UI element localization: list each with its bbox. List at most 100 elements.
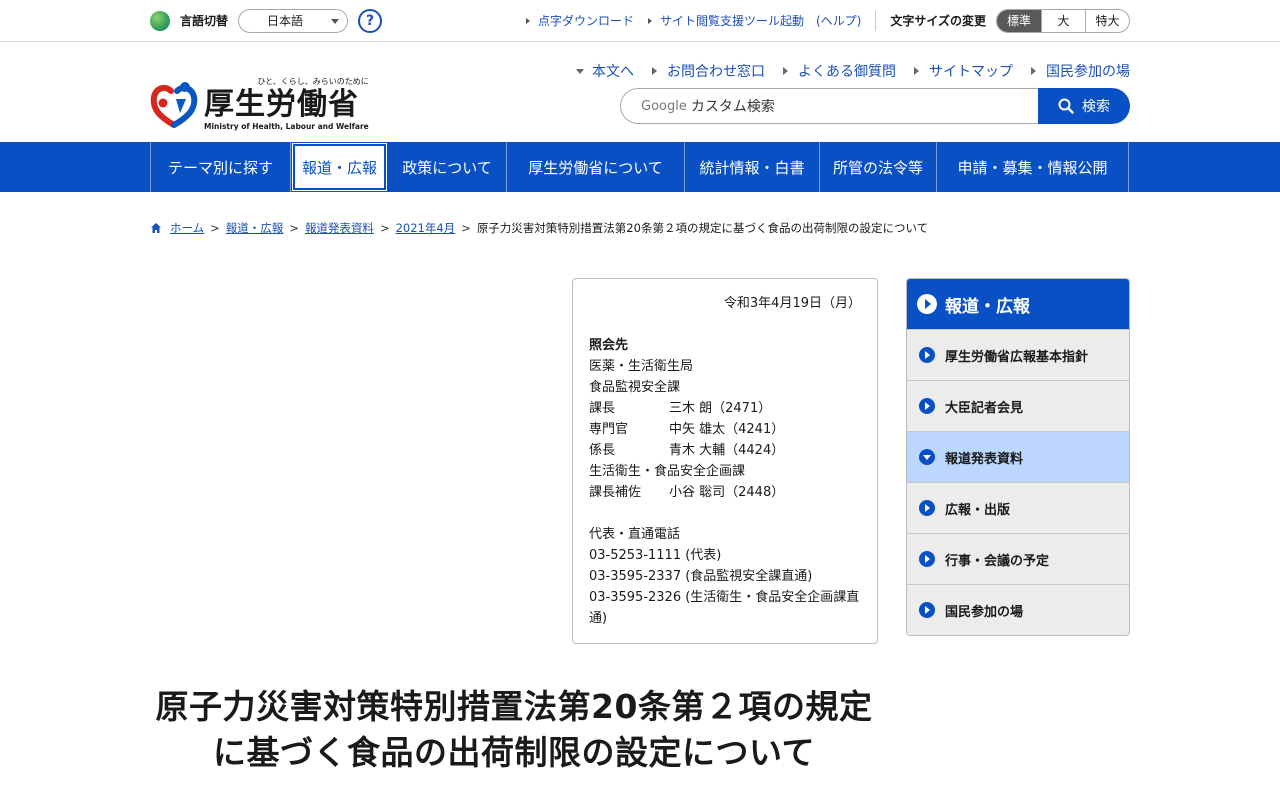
- gnav-item-applications[interactable]: 申請・募集・情報公開: [937, 142, 1129, 192]
- contact-box: 令和3年4月19日（月） 照会先 医薬・生活衛生局 食品監視安全課 課長 三木 …: [572, 278, 878, 644]
- chevron-down-icon: [331, 18, 340, 24]
- breadcrumb-home[interactable]: ホーム: [170, 220, 204, 236]
- arrow-right-icon: [652, 67, 657, 75]
- utility-links: 点字ダウンロード サイト閲覧支援ツール起動 (ヘルプ) 文字サイズの変更 標準 …: [512, 8, 1130, 33]
- braille-download-link[interactable]: 点字ダウンロード: [525, 12, 634, 29]
- arrow-circle-icon: [919, 551, 935, 567]
- side-nav-item-label: 広報・出版: [945, 502, 1011, 518]
- breadcrumb-separator: >: [379, 221, 390, 235]
- side-nav-item-pr-policy[interactable]: 厚生労働省広報基本指針: [907, 329, 1129, 380]
- logo-english: Ministry of Health, Labour and Welfare: [204, 122, 369, 131]
- side-nav-item-label: 行事・会議の予定: [945, 553, 1050, 569]
- side-nav-heading-label: 報道・広報: [945, 296, 1030, 317]
- arrow-circle-down-icon: [919, 449, 935, 465]
- side-nav-item-press-conference[interactable]: 大臣記者会見: [907, 380, 1129, 431]
- language-label: 言語切替: [180, 14, 229, 28]
- breadcrumb-separator: >: [461, 221, 471, 235]
- quick-link-label: お問合わせ窓口: [667, 64, 765, 80]
- global-nav: テーマ別に探す 報道・広報 政策について 厚生労働省について 統計情報・白書 所…: [0, 142, 1280, 192]
- logo-name: 厚生労働省: [204, 87, 359, 122]
- arrow-circle-icon: [919, 500, 935, 516]
- home-icon: [151, 223, 161, 233]
- search-input[interactable]: Google カスタム検索: [620, 88, 1038, 124]
- search-brand: Google: [641, 98, 687, 114]
- quick-link-sitemap[interactable]: サイトマップ: [914, 61, 1013, 81]
- arrow-right-icon: [914, 67, 919, 75]
- contact-row: 課長 三木 朗（2471）: [589, 398, 861, 419]
- arrow-right-icon: [647, 17, 652, 24]
- breadcrumb-month[interactable]: 2021年4月: [396, 220, 456, 236]
- accessibility-tool-link[interactable]: サイト閲覧支援ツール起動 (ヘルプ): [647, 12, 862, 29]
- gnav-item-statistics[interactable]: 統計情報・白書: [685, 142, 820, 192]
- contact-name: 小谷 聡司（2448）: [669, 485, 785, 500]
- utility-bar-inner: 言語切替 日本語 ? 点字ダウンロード サイト閲覧支援ツール起動 (ヘルプ) 文…: [150, 0, 1130, 41]
- phone-number: 03-5253-1111 (代表): [589, 548, 722, 563]
- side-nav-item-label: 国民参加の場: [945, 604, 1024, 620]
- phone-number: 03-3595-2326 (生活衛生・食品安全企画課直通): [589, 590, 860, 626]
- release-date: 令和3年4月19日（月）: [723, 296, 861, 311]
- contact-title: 課長補佐: [589, 485, 642, 500]
- phone-number: 03-3595-2337 (食品監視安全課直通): [589, 569, 813, 584]
- quick-links: 本文へ お問合わせ窓口 よくある御質問 サイトマップ 国民参加の場: [558, 61, 1130, 81]
- utility-divider: [875, 10, 877, 31]
- gnav-item-press[interactable]: 報道・広報: [292, 143, 387, 191]
- site-header: ひと、くらし、みらいのために 厚生労働省 Ministry of Health,…: [0, 42, 1280, 142]
- arrow-down-icon: [576, 68, 584, 74]
- gnav-item-about[interactable]: 厚生労働省について: [507, 142, 685, 192]
- side-nav-item-publications[interactable]: 広報・出版: [907, 482, 1129, 533]
- quick-link-label: 本文へ: [592, 64, 634, 80]
- breadcrumb-separator: >: [210, 221, 220, 235]
- breadcrumb: ホーム > 報道・広報 > 報道発表資料 > 2021年4月 > 原子力災害対策…: [150, 220, 928, 236]
- logo-tagline: ひと、くらし、みらいのために: [257, 77, 369, 86]
- braille-download-label: 点字ダウンロード: [537, 14, 634, 28]
- search-button-label: 検索: [1082, 99, 1110, 115]
- global-nav-inner: テーマ別に探す 報道・広報 政策について 厚生労働省について 統計情報・白書 所…: [150, 142, 1130, 192]
- font-size-xlarge-button[interactable]: 特大: [1085, 9, 1129, 32]
- quick-link-faq[interactable]: よくある御質問: [783, 61, 896, 81]
- contact-bureau: 医薬・生活衛生局: [589, 359, 694, 374]
- quick-link-main-content[interactable]: 本文へ: [576, 61, 634, 81]
- side-nav-heading[interactable]: 報道・広報: [907, 279, 1129, 329]
- contact-row: 係長 青木 大輔（4424）: [589, 440, 861, 461]
- side-nav-item-label: 大臣記者会見: [945, 400, 1024, 416]
- side-nav: 報道・広報 厚生労働省広報基本指針 大臣記者会見 報道発表資料 広報・出版 行事…: [906, 278, 1130, 636]
- side-nav-item-press-releases[interactable]: 報道発表資料: [907, 431, 1129, 482]
- contact-division-2: 生活衛生・食品安全企画課: [589, 464, 746, 479]
- search-button[interactable]: 検索: [1038, 88, 1130, 124]
- breadcrumb-separator: >: [289, 221, 299, 235]
- side-nav-item-events[interactable]: 行事・会議の予定: [907, 533, 1129, 584]
- contact-row: 専門官 中矢 雄太（4241）: [589, 419, 861, 440]
- breadcrumb-press[interactable]: 報道・広報: [226, 220, 284, 236]
- site-search: Google カスタム検索 検索: [620, 88, 1130, 124]
- quick-link-contact[interactable]: お問合わせ窓口: [652, 61, 765, 81]
- font-size-switcher: 標準 大 特大: [996, 8, 1130, 33]
- utility-bar: 言語切替 日本語 ? 点字ダウンロード サイト閲覧支援ツール起動 (ヘルプ) 文…: [0, 0, 1280, 42]
- gnav-item-policy[interactable]: 政策について: [388, 142, 507, 192]
- site-logo[interactable]: ひと、くらし、みらいのために 厚生労働省 Ministry of Health,…: [150, 76, 369, 131]
- quick-link-public-participation[interactable]: 国民参加の場: [1031, 61, 1130, 81]
- contact-row: 課長補佐 小谷 聡司（2448）: [589, 482, 861, 503]
- language-select-value: 日本語: [267, 14, 304, 28]
- font-size-label: 文字サイズの変更: [890, 14, 986, 28]
- accessibility-tool-label: サイト閲覧支援ツール起動 (ヘルプ): [659, 14, 862, 28]
- language-select[interactable]: 日本語: [238, 8, 349, 33]
- help-icon[interactable]: ?: [358, 8, 383, 33]
- arrow-circle-icon: [917, 294, 937, 314]
- side-nav-item-public-participation[interactable]: 国民参加の場: [907, 584, 1129, 635]
- font-size-standard-button[interactable]: 標準: [997, 9, 1041, 32]
- search-icon: [1058, 98, 1074, 114]
- phone-heading: 代表・直通電話: [589, 527, 681, 542]
- breadcrumb-current: 原子力災害対策特別措置法第20条第２項の規定に基づく食品の出荷制限の設定について: [476, 221, 929, 235]
- quick-link-label: 国民参加の場: [1046, 64, 1130, 80]
- gnav-item-laws[interactable]: 所管の法令等: [820, 142, 937, 192]
- gnav-item-themes[interactable]: テーマ別に探す: [151, 142, 291, 192]
- font-size-large-button[interactable]: 大: [1041, 9, 1085, 32]
- arrow-right-icon: [525, 17, 530, 24]
- logo-text: ひと、くらし、みらいのために 厚生労働省 Ministry of Health,…: [204, 76, 369, 131]
- page-title: 原子力災害対策特別措置法第20条第２項の規定に基づく食品の出荷制限の設定について: [155, 687, 873, 772]
- arrow-circle-icon: [919, 602, 935, 618]
- arrow-right-icon: [1031, 67, 1036, 75]
- breadcrumb-press-releases[interactable]: 報道発表資料: [305, 220, 374, 236]
- contact-name: 中矢 雄太（4241）: [669, 422, 785, 437]
- quick-link-label: サイトマップ: [929, 64, 1013, 80]
